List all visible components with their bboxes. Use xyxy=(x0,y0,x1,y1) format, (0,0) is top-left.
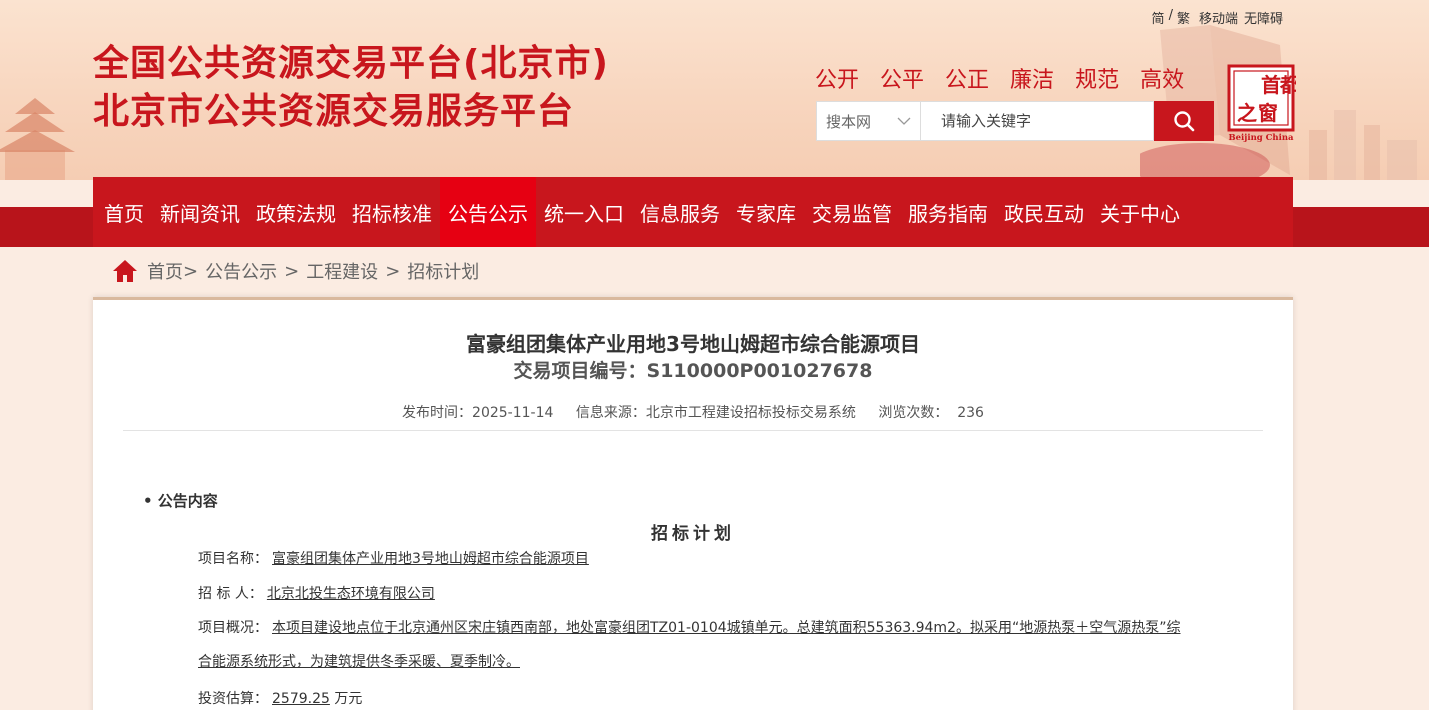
nav-supervision[interactable]: 交易监管 xyxy=(804,177,900,247)
field-label: 投资估算： xyxy=(198,691,268,707)
slogan: 高效 xyxy=(1140,68,1185,93)
slash-separator: / xyxy=(1168,8,1173,23)
svg-text:首都: 首都 xyxy=(1261,73,1296,97)
main-nav: 首页 新闻资讯 政策法规 招标核准 公告公示 统一入口 信息服务 专家库 交易监… xyxy=(93,177,1293,247)
temple-of-heaven-illustration xyxy=(0,98,75,180)
nav-service-guide[interactable]: 服务指南 xyxy=(900,177,996,247)
info-source: 信息来源：北京市工程建设招标投标交易系统 xyxy=(575,405,856,421)
nav-announcements[interactable]: 公告公示 xyxy=(440,177,536,247)
investment-value: 2579.25 xyxy=(272,691,330,707)
search-scope-label: 搜本网 xyxy=(826,112,872,131)
accessible-link[interactable]: 无障碍 xyxy=(1244,8,1283,27)
breadcrumb-separator: > xyxy=(284,260,300,282)
article-title: 富豪组团集体产业用地3号地山姆超市综合能源项目 xyxy=(466,332,920,356)
traditional-link[interactable]: 繁 xyxy=(1177,8,1190,27)
home-icon[interactable] xyxy=(112,259,138,283)
search-button[interactable] xyxy=(1154,101,1214,141)
investment-unit: 万元 xyxy=(334,691,363,707)
field-label: 招 标 人： xyxy=(198,586,263,602)
slogan: 公正 xyxy=(945,68,990,93)
breadcrumb-home[interactable]: 首页 xyxy=(147,258,183,284)
breadcrumb-engineering[interactable]: 工程建设 xyxy=(306,258,378,284)
slogan: 规范 xyxy=(1075,68,1120,93)
field-investment: 投资估算： 2579.25 万元 xyxy=(198,682,362,710)
search-input[interactable] xyxy=(921,101,1154,141)
breadcrumb: 首页 > 公告公示 > 工程建设 > 招标计划 xyxy=(112,258,479,284)
field-project-name: 项目名称： 富豪组团集体产业用地3号地山姆超市综合能源项目 xyxy=(198,542,589,576)
nav-interaction[interactable]: 政民互动 xyxy=(996,177,1092,247)
nav-news[interactable]: 新闻资讯 xyxy=(152,177,248,247)
site-title[interactable]: 全国公共资源交易平台(北京市) 北京市公共资源交易服务平台 xyxy=(93,40,609,136)
slogan: 公开 xyxy=(815,68,860,93)
field-overview: 项目概况： 本项目建设地点位于北京通州区宋庄镇西南部，地处富豪组团TZ01-010… xyxy=(198,611,1188,679)
breadcrumb-separator: > xyxy=(385,260,401,282)
tenderer-value: 北京北投生态环境有限公司 xyxy=(266,586,435,602)
project-code: 交易项目编号：S110000P001027678 xyxy=(513,360,873,382)
nav-home[interactable]: 首页 xyxy=(96,177,152,247)
view-count: 浏览次数： 236 xyxy=(878,405,984,421)
nav-unified-entry[interactable]: 统一入口 xyxy=(536,177,632,247)
breadcrumb-separator: > xyxy=(183,260,199,282)
field-tenderer: 招 标 人： 北京北投生态环境有限公司 xyxy=(198,577,435,611)
field-label: 项目名称： xyxy=(198,551,268,567)
publish-time: 发布时间：2025-11-14 xyxy=(402,405,554,421)
field-label: 项目概况： xyxy=(198,620,268,636)
project-name-value: 富豪组团集体产业用地3号地山姆超市综合能源项目 xyxy=(272,551,589,567)
breadcrumb-bid-plan[interactable]: 招标计划 xyxy=(407,258,479,284)
capital-window-logo[interactable]: 首都 之窗 Beijing China xyxy=(1226,64,1296,142)
nav-about[interactable]: 关于中心 xyxy=(1092,177,1188,247)
slogan: 公平 xyxy=(880,68,925,93)
utility-links: 简 / 繁 移动端 无障碍 xyxy=(1152,8,1283,27)
chevron-down-icon xyxy=(897,117,911,125)
svg-text:Beijing China: Beijing China xyxy=(1228,133,1294,142)
nav-expert-db[interactable]: 专家库 xyxy=(728,177,804,247)
nav-info-service[interactable]: 信息服务 xyxy=(632,177,728,247)
site-title-line2: 北京市公共资源交易服务平台 xyxy=(93,91,575,132)
search-scope-select[interactable]: 搜本网 xyxy=(816,101,921,141)
divider xyxy=(123,430,1263,431)
simplified-link[interactable]: 简 xyxy=(1152,8,1165,27)
slogan: 廉洁 xyxy=(1010,68,1055,93)
article-meta: 发布时间：2025-11-14 信息来源：北京市工程建设招标投标交易系统 浏览次… xyxy=(93,402,1293,422)
overview-value: 本项目建设地点位于北京通州区宋庄镇西南部，地处富豪组团TZ01-0104城镇单元… xyxy=(198,620,1181,670)
nav-bid-approval[interactable]: 招标核准 xyxy=(344,177,440,247)
nav-policy[interactable]: 政策法规 xyxy=(248,177,344,247)
site-header: 简 / 繁 移动端 无障碍 全国公共资源交易平台(北京市) 北京市公共资源交易服… xyxy=(0,0,1429,180)
breadcrumb-announcements[interactable]: 公告公示 xyxy=(205,258,277,284)
plan-title: 招标计划 xyxy=(651,524,735,544)
svg-text:之窗: 之窗 xyxy=(1237,101,1278,125)
article-panel: 富豪组团集体产业用地3号地山姆超市综合能源项目 交易项目编号：S110000P0… xyxy=(93,297,1293,710)
mobile-link[interactable]: 移动端 xyxy=(1199,8,1238,27)
search-bar: 搜本网 xyxy=(816,101,1214,141)
section-heading: • 公告内容 xyxy=(143,492,218,510)
site-title-line1: 全国公共资源交易平台(北京市) xyxy=(93,43,609,84)
search-icon xyxy=(1174,111,1195,132)
slogans: 公开 公平 公正 廉洁 规范 高效 xyxy=(815,62,1184,94)
skyline-illustration xyxy=(1309,110,1417,180)
